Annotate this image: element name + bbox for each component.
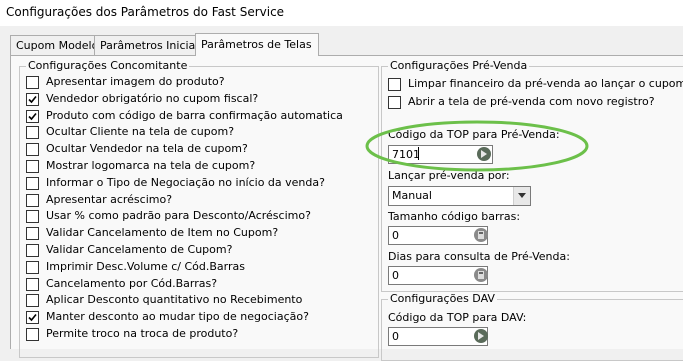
check-abrir-tela-prevenda-label: Abrir a tela de pré-venda com novo regis… <box>408 95 655 108</box>
dias-consulta-value: 0 <box>392 269 399 282</box>
checkbox[interactable] <box>26 76 39 89</box>
checkmark-icon <box>28 314 37 322</box>
dias-consulta-label: Dias para consulta de Pré-Venda: <box>388 250 570 263</box>
checkbox[interactable] <box>388 78 401 91</box>
checkbox[interactable] <box>26 311 39 325</box>
checkbox[interactable] <box>26 193 39 207</box>
title-bar: Configurações dos Parâmetros do Fast Ser… <box>0 0 683 26</box>
tamanho-barras-input[interactable]: 0 <box>388 226 488 245</box>
checkbox[interactable] <box>26 277 39 291</box>
group-dav: Configurações DAV Código da TOP para DAV… <box>381 292 683 361</box>
group-prevenda-legend: Configurações Pré-Venda <box>388 59 530 72</box>
checkbox[interactable] <box>26 160 39 173</box>
checkmark-icon <box>28 95 37 103</box>
concomitante-option-label: Vendedor obrigatório no cupom fiscal? <box>46 91 259 105</box>
concomitante-option-label: Ocultar Vendedor na tela de cupom? <box>46 142 248 156</box>
concomitante-option-label: Informar o Tipo de Negociação no início … <box>46 175 325 189</box>
concomitante-option-label: Imprimir Desc.Volume c/ Cód.Barras <box>46 259 245 273</box>
group-prevenda: Configurações Pré-Venda Limpar financeir… <box>381 59 683 292</box>
group-concomitante-legend: Configurações Concomitante <box>26 59 190 72</box>
tab-parametros-de-telas[interactable]: Parâmetros de Telas <box>195 33 319 56</box>
lookup-icon[interactable] <box>474 329 488 343</box>
calculator-icon[interactable] <box>474 268 488 282</box>
checkbox[interactable] <box>388 96 401 109</box>
tamanho-barras-label: Tamanho código barras: <box>388 210 521 223</box>
concomitante-option-label: Aplicar Desconto quantitativo no Recebim… <box>46 293 303 307</box>
tab-strip: Cupom Modelo Parâmetros Iniciais Parâmet… <box>10 33 683 56</box>
top-dav-value: 0 <box>392 330 399 343</box>
group-dav-legend: Configurações DAV <box>388 292 497 305</box>
checkbox[interactable] <box>26 260 39 274</box>
checkbox[interactable] <box>26 143 39 157</box>
window-title: Configurações dos Parâmetros do Fast Ser… <box>6 5 285 19</box>
lancar-prevenda-value: Manual <box>392 189 432 202</box>
dias-consulta-input[interactable]: 0 <box>388 266 488 285</box>
top-dav-input[interactable]: 0 <box>388 327 488 346</box>
checkbox[interactable] <box>26 92 39 106</box>
chevron-down-icon[interactable] <box>513 187 530 205</box>
tab-parametros-iniciais[interactable]: Parâmetros Iniciais <box>94 35 206 55</box>
tab-cupom-modelo[interactable]: Cupom Modelo <box>10 35 98 55</box>
tab-panel: Configurações Concomitante Apresentar im… <box>10 55 683 361</box>
lancar-prevenda-select[interactable]: Manual <box>388 186 531 206</box>
concomitante-option-label: Produto com código de barra confirmação … <box>46 108 343 122</box>
concomitante-option-label: Apresentar imagem do produto? <box>46 75 225 88</box>
concomitante-option-label: Permite troco na troca de produto? <box>46 327 239 340</box>
tamanho-barras-value: 0 <box>392 229 399 242</box>
concomitante-option-label: Manter desconto ao mudar tipo de negocia… <box>46 310 309 324</box>
checkbox[interactable] <box>26 126 39 140</box>
concomitante-option-label: Validar Cancelamento de Cupom? <box>46 243 233 256</box>
checkbox[interactable] <box>26 244 39 257</box>
calculator-icon[interactable] <box>474 228 488 242</box>
checkbox[interactable] <box>26 109 39 123</box>
checkbox[interactable] <box>26 210 39 224</box>
group-concomitante: Configurações Concomitante Apresentar im… <box>19 59 379 358</box>
checkbox[interactable] <box>26 176 39 190</box>
top-dav-label: Código da TOP para DAV: <box>388 311 527 324</box>
checkbox[interactable] <box>26 227 39 241</box>
concomitante-option-label: Cancelamento por Cód.Barras? <box>46 276 218 290</box>
check-limpar-financeiro-label: Limpar financeiro da pré-venda ao lançar… <box>408 77 683 90</box>
checkmark-icon <box>28 112 37 120</box>
concomitante-option-label: Validar Cancelamento de Item no Cupom? <box>46 226 279 240</box>
concomitante-option-label: Mostrar logomarca na tela de cupom? <box>46 159 256 172</box>
checkbox[interactable] <box>26 294 39 308</box>
concomitante-option-label: Apresentar acréscimo? <box>46 192 173 206</box>
concomitante-option-label: Ocultar Cliente na tela de cupom? <box>46 125 235 139</box>
checkbox[interactable] <box>26 328 39 341</box>
concomitante-option-label: Usar % como padrão para Desconto/Acrésci… <box>46 209 311 223</box>
highlight-ellipse-annotation <box>365 120 589 172</box>
